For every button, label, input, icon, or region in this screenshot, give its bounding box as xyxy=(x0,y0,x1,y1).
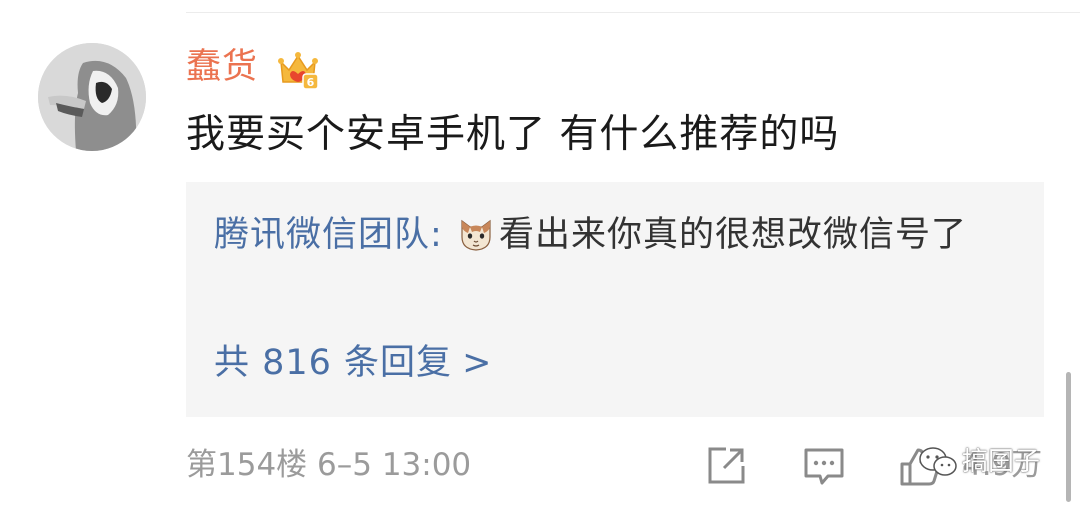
avatar[interactable] xyxy=(38,43,146,151)
reply-text: 看出来你真的很想改微信号了 xyxy=(498,215,967,255)
reply-count-label: 共 816 条回复 xyxy=(214,343,453,383)
vip-crown-icon: 6 xyxy=(278,52,319,90)
comment-text: 我要买个安卓手机了 有什么推荐的吗 xyxy=(186,112,840,157)
weibo-comment-page: 蠢货 6 我要买个安卓手机了 有什么推荐的吗 腾讯微信团队: 看出来你真的很想改… xyxy=(0,0,1080,508)
reply-preview[interactable]: 腾讯微信团队: 看出来你真的很想改微信号了 共 816 条回复 > xyxy=(186,182,1044,417)
divider xyxy=(186,12,1080,13)
vip-level-text: 6 xyxy=(307,76,315,89)
reply-content: 腾讯微信团队: 看出来你真的很想改微信号了 xyxy=(214,208,1004,263)
share-icon[interactable] xyxy=(704,444,748,488)
watermark-text: 搞囝子 xyxy=(962,447,1041,477)
comment-icon[interactable] xyxy=(802,444,846,488)
cat-emoji xyxy=(461,219,491,251)
avatar-image xyxy=(38,43,146,151)
view-all-replies-link[interactable]: 共 816 条回复 > xyxy=(214,340,492,386)
floor-and-timestamp: 第154楼 6–5 13:00 xyxy=(186,447,472,483)
reply-author[interactable]: 腾讯微信团队: xyxy=(214,215,443,255)
scrollbar[interactable] xyxy=(1066,372,1071,502)
username[interactable]: 蠢货 xyxy=(186,44,258,90)
wechat-watermark-icon xyxy=(919,447,957,476)
watermark: 搞囝子 xyxy=(918,442,1040,482)
chevron-right-icon: > xyxy=(462,343,493,383)
